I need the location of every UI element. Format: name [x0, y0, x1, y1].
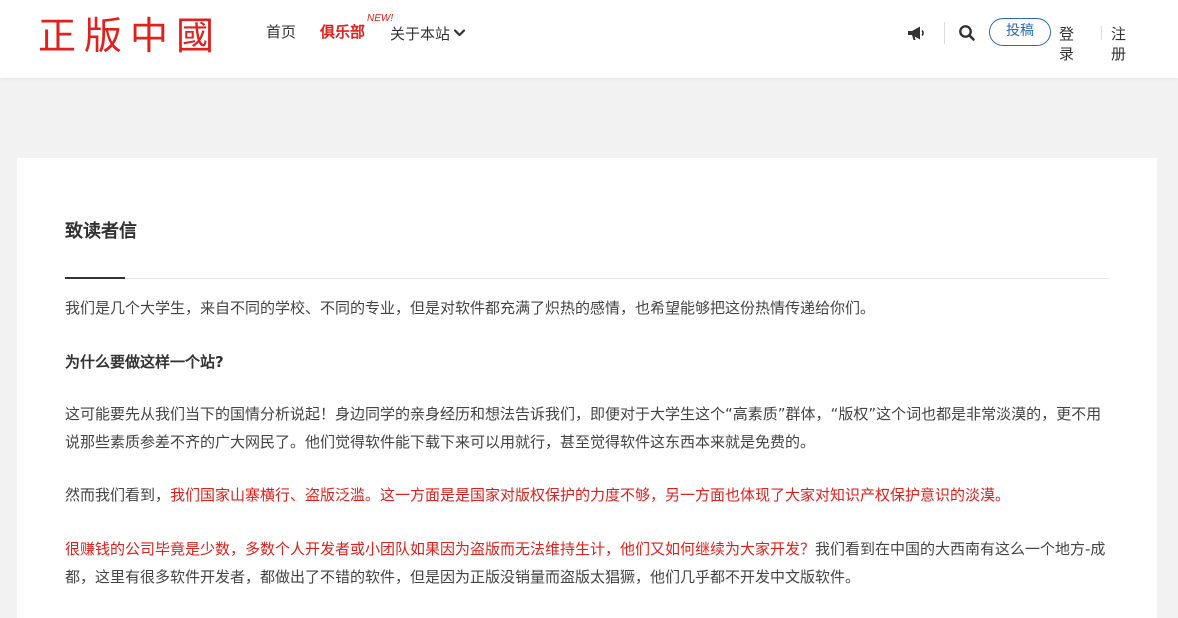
title-divider-accent — [65, 277, 125, 279]
highlighted-text: 很赚钱的公司毕竟是少数，多数个人开发者或小团队如果因为盗版而无法维持生计，他们又… — [65, 540, 816, 558]
divider — [1101, 26, 1102, 40]
paragraph-reason: 这可能要先从我们当下的国情分析说起！身边同学的亲身经历和想法告诉我们，即便对于大… — [65, 405, 1102, 451]
paragraph-developers: 很赚钱的公司毕竟是少数，多数个人开发者或小团队如果因为盗版而无法维持生计，他们又… — [65, 535, 1111, 591]
paragraph-text: 然而我们看到， — [65, 486, 171, 504]
nav-about-label: 关于本站 — [390, 25, 451, 43]
title-divider — [65, 278, 1109, 279]
search-icon[interactable] — [958, 24, 976, 42]
nav-home[interactable]: 首页 — [266, 22, 296, 42]
paragraph-piracy: 然而我们看到，我们国家山寨横行、盗版泛滥。这一方面是是国家对版权保护的力度不够，… — [65, 481, 1111, 509]
divider — [944, 22, 945, 44]
highlighted-text: 我们国家山寨横行、盗版泛滥。这一方面是是国家对版权保护的力度不够，另一方面也体现… — [170, 486, 1011, 504]
article-title: 致读者信 — [65, 221, 137, 242]
megaphone-icon[interactable] — [906, 24, 926, 42]
site-logo[interactable]: 正版中國 — [38, 12, 222, 60]
article-card: 致读者信 我们是几个大学生，来自不同的学校、不同的专业，但是对软件都充满了炽热的… — [17, 158, 1157, 618]
section-heading: 为什么要做这样一个站? — [65, 353, 224, 371]
submit-button[interactable]: 投稿 — [989, 18, 1051, 46]
nav-about-dropdown[interactable]: 关于本站 — [390, 22, 466, 44]
paragraph-intro: 我们是几个大学生，来自不同的学校、不同的专业，但是对软件都充满了炽热的感情，也希… — [65, 299, 876, 317]
chevron-down-icon — [453, 22, 466, 42]
login-link[interactable]: 登录 — [1059, 24, 1074, 64]
register-link[interactable]: 注册 — [1111, 24, 1126, 64]
nav-club[interactable]: 俱乐部 — [320, 22, 365, 42]
site-header: 正版中國 首页 俱乐部 NEW! 关于本站 投稿 登录 注册 — [0, 0, 1178, 78]
